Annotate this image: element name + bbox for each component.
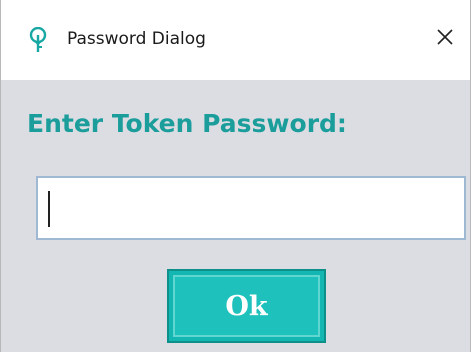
text-caret	[48, 191, 50, 227]
window-title: Password Dialog	[67, 29, 206, 49]
password-dialog-window: Password Dialog Enter Token Password: Ok	[0, 0, 471, 352]
title-bar[interactable]: Password Dialog	[1, 0, 470, 80]
password-field-frame[interactable]	[36, 176, 466, 240]
app-key-icon	[27, 26, 49, 53]
password-prompt-label: Enter Token Password:	[27, 109, 347, 138]
ok-button[interactable]: Ok	[167, 269, 326, 343]
password-input[interactable]	[40, 180, 460, 236]
ok-button-label: Ok	[225, 290, 268, 322]
close-button[interactable]	[428, 22, 462, 56]
close-icon	[436, 28, 454, 50]
